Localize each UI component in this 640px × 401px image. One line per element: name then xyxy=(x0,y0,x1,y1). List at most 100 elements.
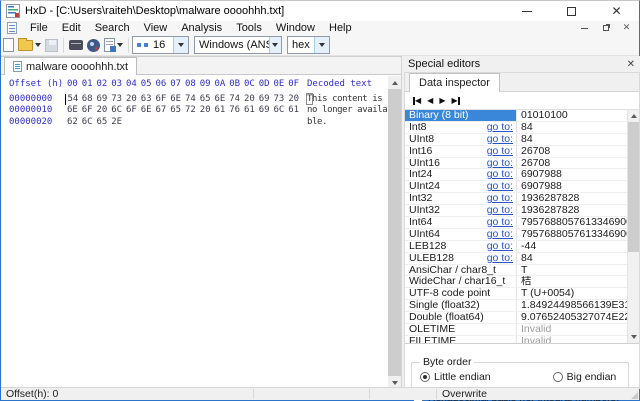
hex-byte[interactable]: 6C xyxy=(80,117,95,129)
save-button[interactable] xyxy=(43,36,60,54)
inspector-row[interactable]: FILETIME Invalid xyxy=(405,335,627,343)
mdi-restore-button[interactable] xyxy=(597,22,614,34)
row-offset[interactable]: 00000020 xyxy=(9,117,59,129)
goto-link[interactable]: go to: xyxy=(487,181,513,192)
goto-link[interactable]: go to: xyxy=(487,205,513,216)
go-last-button[interactable]: ▶ xyxy=(451,94,460,107)
hex-byte[interactable]: 73 xyxy=(109,94,124,106)
hex-byte[interactable]: 74 xyxy=(183,94,198,106)
inspector-row[interactable]: UInt24 go to: 6907988 xyxy=(405,181,627,194)
hex-byte[interactable]: 62 xyxy=(65,117,80,129)
hex-byte[interactable]: 6C xyxy=(109,105,124,117)
hex-byte[interactable]: 74 xyxy=(227,94,242,106)
hex-byte[interactable]: 54 xyxy=(65,93,80,105)
hex-byte[interactable]: 61 xyxy=(213,105,228,117)
go-first-button[interactable]: ◀ xyxy=(413,94,421,107)
editor-scrollbar[interactable] xyxy=(388,76,401,389)
inspector-row[interactable]: Int16 go to: 26708 xyxy=(405,145,627,158)
hex-byte[interactable]: 20 xyxy=(198,105,213,117)
type-value[interactable]: T (U+0054) xyxy=(517,288,627,299)
endian-radio-option[interactable]: Big endian xyxy=(552,371,616,383)
goto-link[interactable]: go to: xyxy=(487,169,513,180)
hex-byte[interactable]: 6F xyxy=(80,105,95,117)
scrollbar-thumb[interactable] xyxy=(388,89,401,376)
hex-byte[interactable]: 65 xyxy=(95,117,110,129)
open-file-button[interactable] xyxy=(16,36,43,54)
combo-arrow-icon[interactable] xyxy=(173,37,188,53)
minimize-button[interactable] xyxy=(504,1,549,21)
hex-byte[interactable]: 6E xyxy=(139,105,154,117)
goto-link[interactable]: go to: xyxy=(487,216,513,228)
decoded-text[interactable]: no longer availa xyxy=(307,105,388,117)
export-dropdown-icon[interactable] xyxy=(117,43,123,47)
encoding-select[interactable]: Windows (ANSI) xyxy=(194,36,282,54)
hex-byte[interactable]: 20 xyxy=(242,94,257,106)
hex-byte[interactable]: 20 xyxy=(286,94,301,106)
type-value[interactable]: 9.07652405327074E223 xyxy=(517,312,627,323)
hex-byte[interactable]: 69 xyxy=(257,94,272,106)
type-value[interactable]: 01010100 xyxy=(517,110,627,121)
bytes-per-row-select[interactable]: 16 xyxy=(132,36,189,54)
type-value[interactable]: Invalid xyxy=(517,336,627,343)
hex-byte[interactable]: 69 xyxy=(95,94,110,106)
type-value[interactable]: 6907988 xyxy=(517,181,627,192)
type-value[interactable]: 26708 xyxy=(517,158,627,169)
inspector-row[interactable]: UInt8 go to: 84 xyxy=(405,133,627,146)
goto-link[interactable]: go to: xyxy=(487,252,513,264)
hex-byte[interactable]: 6C xyxy=(272,105,287,117)
endian-radio-option[interactable]: Little endian xyxy=(420,371,491,383)
menu-item[interactable]: Help xyxy=(322,21,359,35)
goto-link[interactable]: go to: xyxy=(487,193,513,204)
row-offset[interactable]: 00000010 xyxy=(9,105,59,117)
type-value[interactable]: 26708 xyxy=(517,146,627,157)
type-value[interactable]: 1.84924498566139E31 xyxy=(517,300,627,311)
scrollbar-thumb[interactable] xyxy=(628,122,639,252)
menu-item[interactable]: Search xyxy=(88,21,137,35)
hex-byte[interactable]: 63 xyxy=(139,94,154,106)
panel-header[interactable]: Special editors ✕ xyxy=(402,56,640,72)
maximize-button[interactable] xyxy=(549,1,594,21)
type-value[interactable]: 84 xyxy=(517,253,627,264)
combo-arrow-icon[interactable] xyxy=(314,37,329,53)
goto-link[interactable]: go to: xyxy=(487,145,513,157)
mdi-minimize-button[interactable] xyxy=(576,22,593,34)
open-ram-button[interactable] xyxy=(85,36,102,54)
hex-byte[interactable]: 68 xyxy=(80,94,95,106)
offset-base-select[interactable]: hex xyxy=(287,36,330,54)
combo-arrow-icon[interactable] xyxy=(268,37,281,53)
hex-byte[interactable]: 6E xyxy=(65,105,80,117)
hex-byte[interactable]: 72 xyxy=(183,105,198,117)
menu-item[interactable]: Edit xyxy=(55,21,88,35)
mdi-close-button[interactable]: ✕ xyxy=(618,22,635,34)
hex-byte[interactable]: 6F xyxy=(154,94,169,106)
hex-byte[interactable]: 61 xyxy=(286,105,301,117)
decoded-text[interactable]: This content is xyxy=(305,92,387,106)
hex-byte[interactable]: 65 xyxy=(168,105,183,117)
title-bar[interactable]: HxD - [C:\Users\raiteh\Desktop\malware o… xyxy=(1,1,639,21)
goto-link[interactable]: go to: xyxy=(487,133,513,145)
inspector-row[interactable]: UInt16 go to: 26708 xyxy=(405,157,627,170)
menu-item[interactable]: Analysis xyxy=(174,21,229,35)
goto-link[interactable]: go to: xyxy=(487,228,513,240)
decoded-text[interactable]: ble. xyxy=(307,117,327,129)
type-value[interactable]: 84 xyxy=(517,122,627,133)
tab-data-inspector[interactable]: Data inspector xyxy=(409,73,500,92)
type-value[interactable]: 84 xyxy=(517,134,627,145)
export-button[interactable] xyxy=(102,36,125,54)
hex-byte[interactable]: 65 xyxy=(198,94,213,106)
inspector-row[interactable]: UInt32 go to: 1936287828 xyxy=(405,205,627,218)
hex-byte[interactable]: 6F xyxy=(124,105,139,117)
inspector-row[interactable]: UInt64 go to: 7957688057613346900 xyxy=(405,228,627,241)
type-value[interactable]: 桔 xyxy=(517,276,627,287)
scroll-up-icon[interactable] xyxy=(388,76,401,89)
goto-link[interactable]: go to: xyxy=(487,240,513,252)
row-offset[interactable]: 00000000 xyxy=(9,94,59,106)
type-value[interactable]: T xyxy=(517,265,627,276)
menu-item[interactable]: View xyxy=(137,21,175,35)
open-dropdown-icon[interactable] xyxy=(35,43,41,47)
type-value[interactable]: 6907988 xyxy=(517,169,627,180)
inspector-row[interactable]: LEB128 go to: -44 xyxy=(405,240,627,253)
menu-item[interactable]: Window xyxy=(269,21,322,35)
menu-item[interactable]: Tools xyxy=(229,21,269,35)
hex-byte[interactable]: 2E xyxy=(109,117,124,129)
